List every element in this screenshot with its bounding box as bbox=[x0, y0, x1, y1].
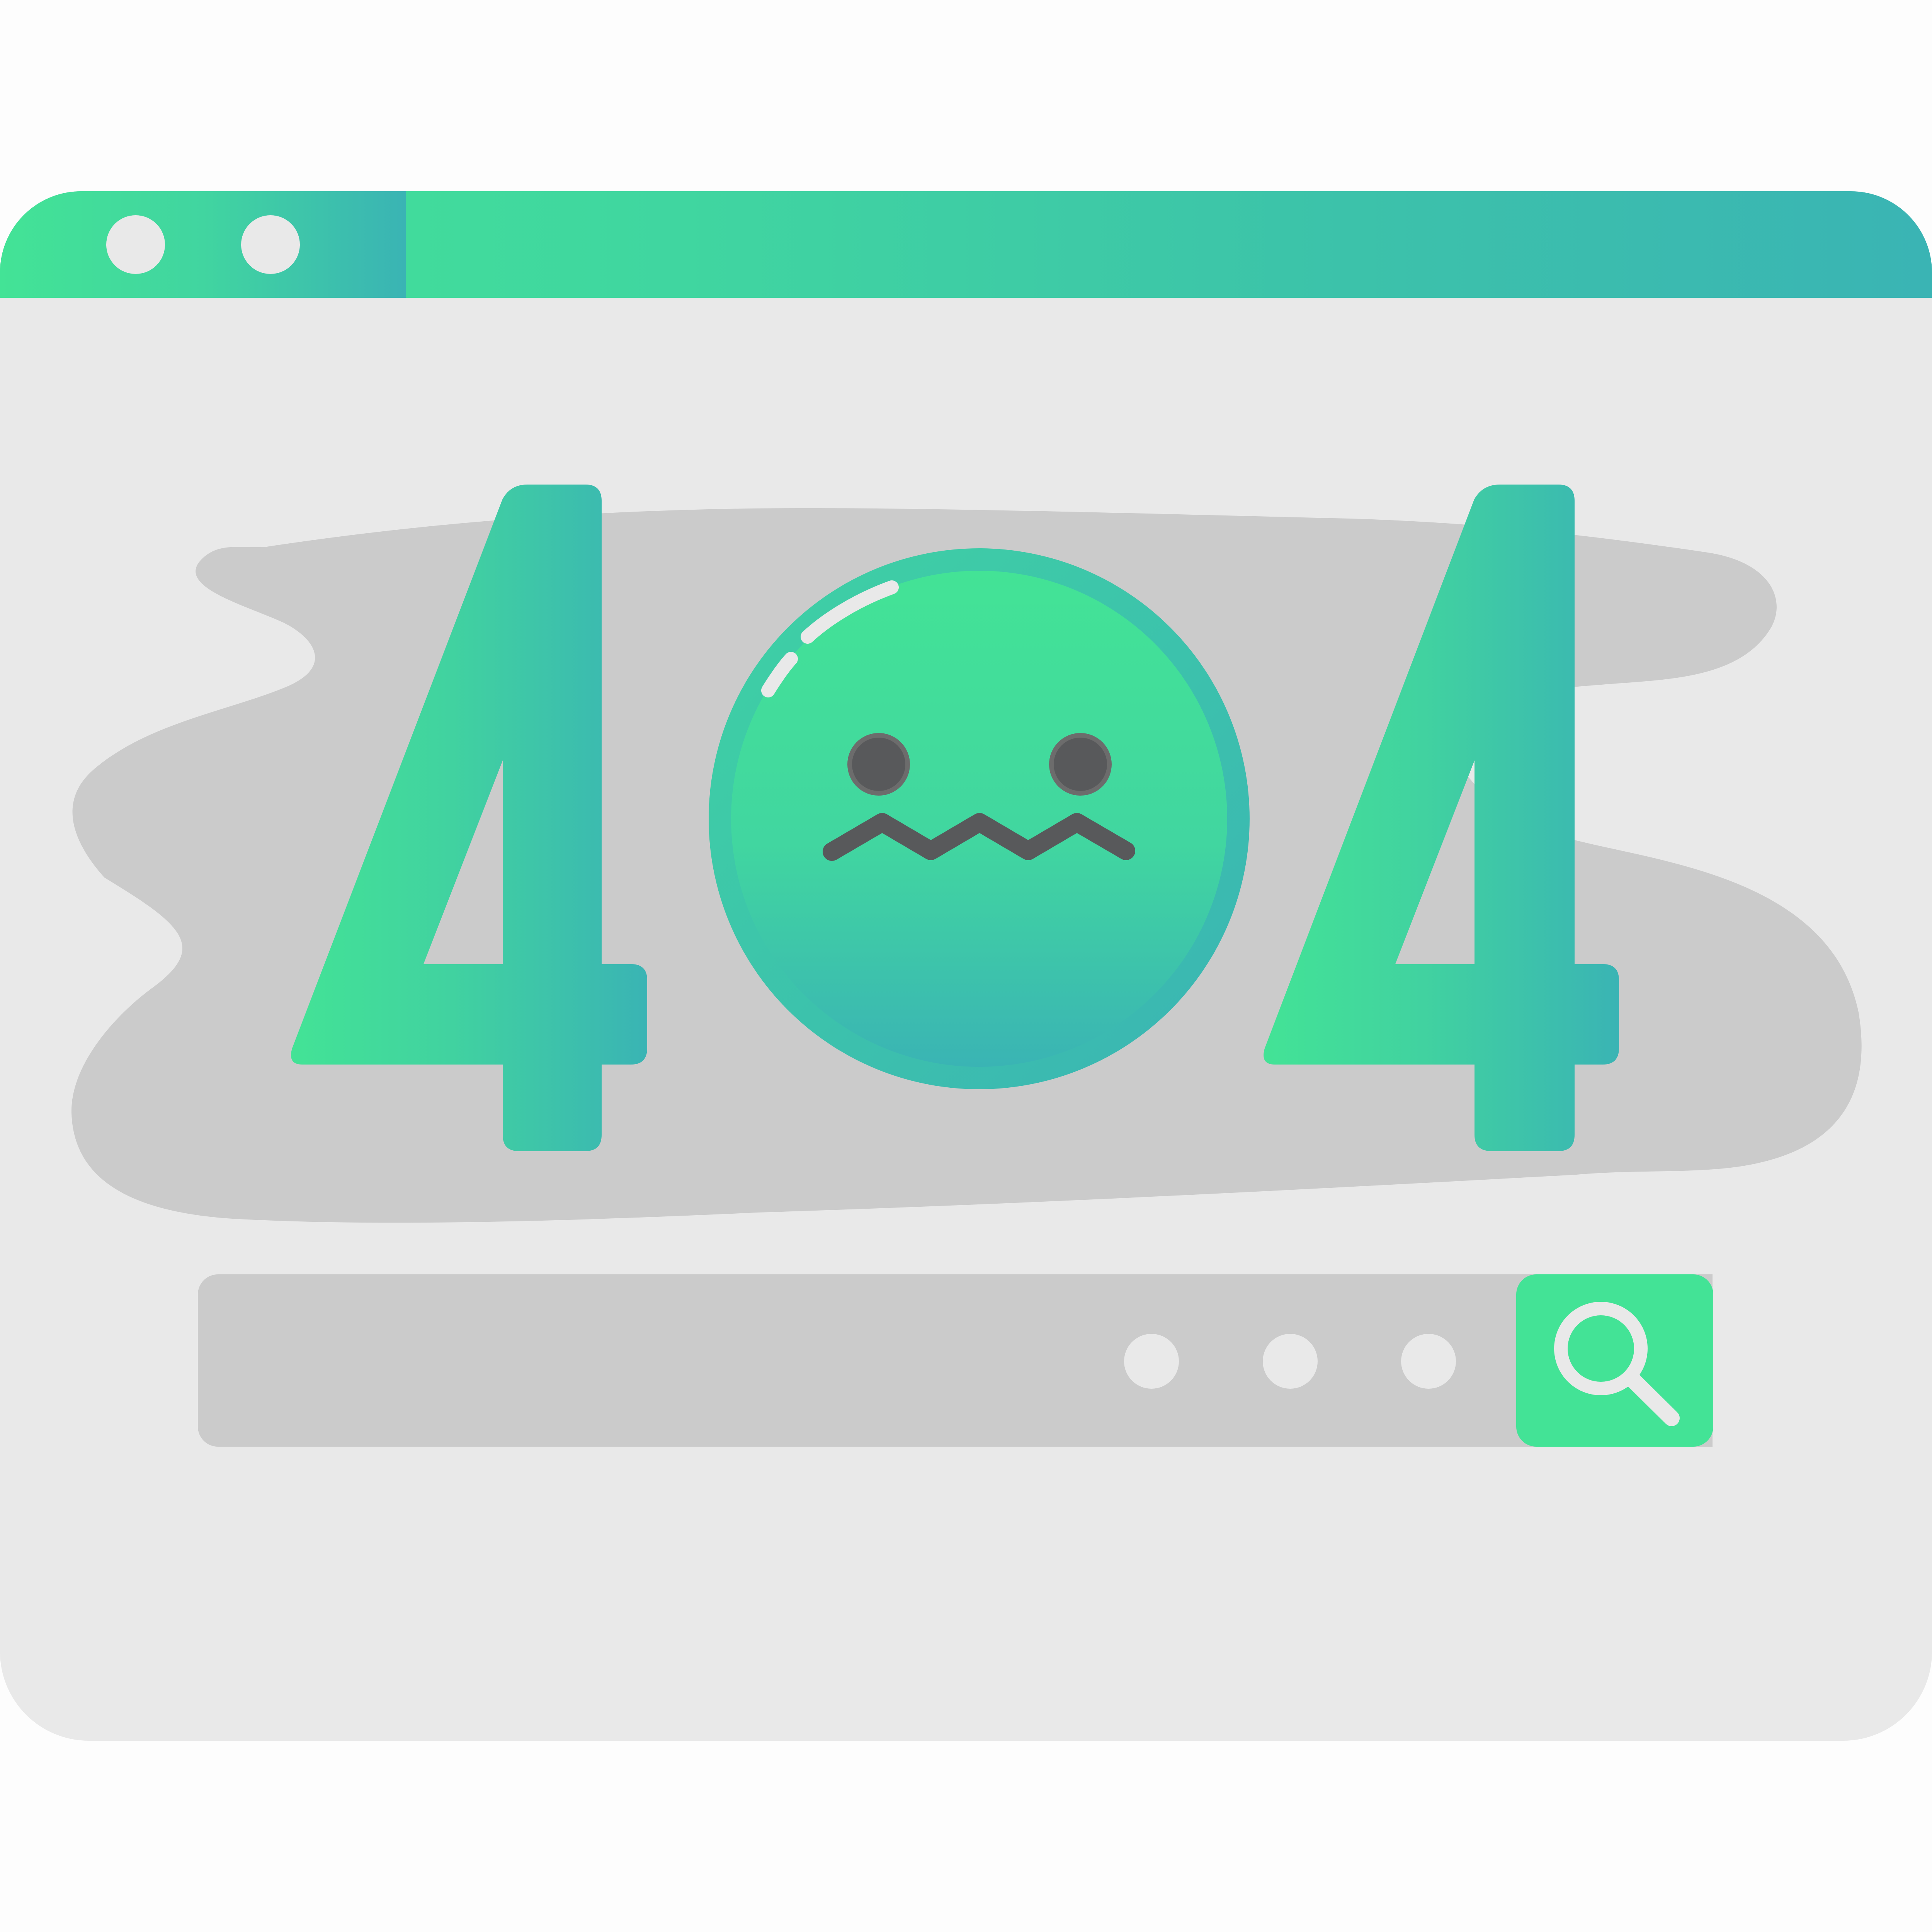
error-404-illustration bbox=[71, 485, 1862, 1223]
error-404-screen bbox=[0, 0, 1932, 1932]
placeholder-dot bbox=[1124, 1334, 1179, 1389]
placeholder-dot bbox=[1401, 1334, 1456, 1389]
face-left-eye bbox=[847, 733, 910, 796]
search-input[interactable] bbox=[198, 1274, 1110, 1447]
magnifying-glass-icon bbox=[1554, 1302, 1680, 1426]
search-button[interactable] bbox=[1516, 1274, 1713, 1447]
search-bar bbox=[198, 1274, 1713, 1447]
face-right-eye bbox=[1049, 733, 1112, 796]
sad-face-icon bbox=[709, 548, 1250, 1089]
placeholder-dot bbox=[1263, 1334, 1318, 1389]
